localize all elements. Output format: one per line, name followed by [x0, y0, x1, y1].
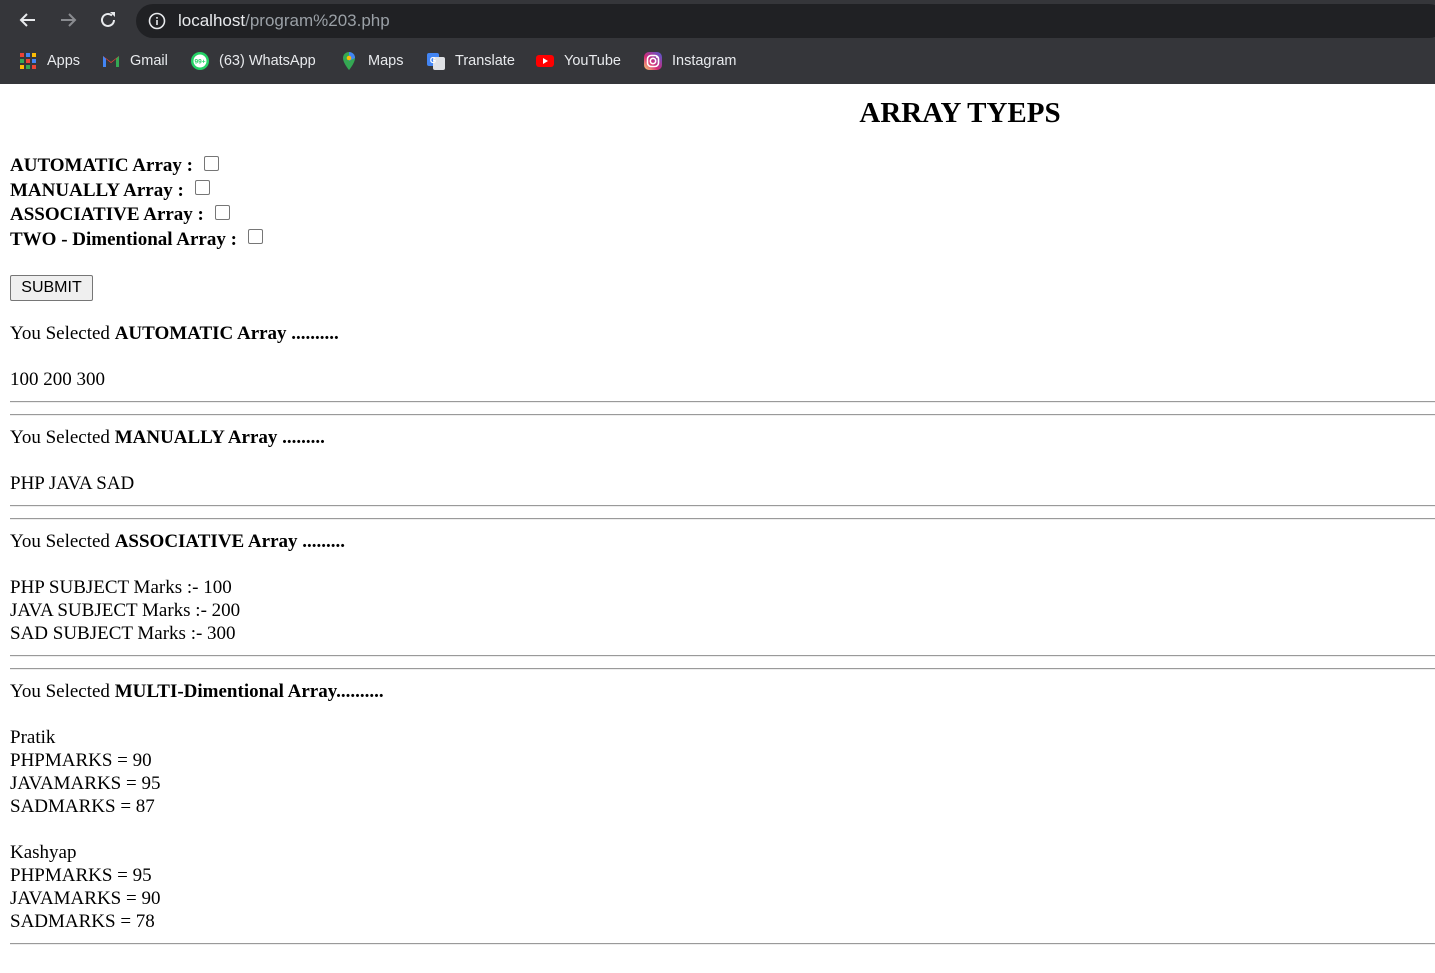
divider	[10, 414, 1435, 416]
submit-button[interactable]: SUBMIT	[10, 275, 93, 301]
bookmark-label: YouTube	[564, 53, 621, 69]
divider	[10, 943, 1435, 945]
option-manually: MANUALLY Array :	[10, 179, 263, 204]
automatic-checkbox[interactable]	[203, 155, 219, 171]
forward-arrow-icon[interactable]	[56, 8, 80, 32]
instagram-icon	[643, 51, 663, 71]
url-path: /program%203.php	[245, 11, 390, 30]
associative-line: PHP SUBJECT Marks :- 100	[10, 577, 232, 598]
associative-heading: You Selected ASSOCIATIVE Array .........	[10, 530, 345, 553]
option-label: ASSOCIATIVE Array :	[10, 204, 209, 225]
divider	[10, 401, 1435, 403]
gmail-icon	[101, 51, 121, 71]
bookmark-youtube[interactable]: YouTube	[535, 50, 621, 72]
bookmark-apps[interactable]: Apps	[18, 50, 80, 72]
heading-bold: AUTOMATIC Array ..........	[114, 323, 339, 344]
option-automatic: AUTOMATIC Array :	[10, 154, 263, 179]
whatsapp-icon: 99+	[190, 51, 210, 71]
heading-prefix: You Selected	[10, 427, 115, 448]
student-name: Kashyap	[10, 842, 77, 863]
heading-bold: ASSOCIATIVE Array .........	[114, 531, 345, 552]
whatsapp-badge: 99+	[194, 59, 205, 66]
associative-line: JAVA SUBJECT Marks :- 200	[10, 600, 241, 621]
page-title: ARRAY TYEPS	[859, 97, 1061, 129]
associative-checkbox[interactable]	[214, 204, 230, 220]
student-mark: PHPMARKS = 95	[10, 865, 152, 886]
bookmark-label: (63) WhatsApp	[219, 53, 316, 69]
url-host: localhost	[178, 11, 246, 30]
reload-icon[interactable]	[96, 8, 120, 32]
bookmark-whatsapp[interactable]: 99+ (63) WhatsApp	[190, 50, 316, 72]
multi-heading: You Selected MULTI-Dimentional Array....…	[10, 680, 384, 703]
array-type-form: AUTOMATIC Array : MANUALLY Array : ASSOC…	[10, 154, 263, 252]
automatic-values: 100 200 300	[10, 369, 105, 390]
heading-prefix: You Selected	[10, 323, 115, 344]
option-label: AUTOMATIC Array :	[10, 155, 198, 176]
manually-heading: You Selected MANUALLY Array .........	[10, 426, 325, 449]
bookmark-label: Maps	[368, 53, 404, 69]
back-arrow-icon[interactable]	[16, 8, 40, 32]
info-icon[interactable]	[148, 12, 166, 30]
option-label: TWO - Dimentional Array :	[10, 228, 242, 250]
heading-prefix: You Selected	[10, 531, 115, 552]
student-mark: PHPMARKS = 90	[10, 750, 152, 771]
bookmark-label: Translate	[455, 53, 515, 69]
svg-text:G: G	[430, 56, 436, 65]
bookmark-label: Apps	[47, 53, 81, 69]
student-mark: SADMARKS = 87	[10, 796, 155, 817]
heading-bold: MANUALLY Array .........	[114, 427, 325, 448]
option-two-dimentional: TWO - Dimentional Array :	[10, 228, 263, 253]
two-dimentional-checkbox[interactable]	[247, 229, 263, 245]
url-text: localhost/program%203.php	[178, 11, 390, 31]
divider	[10, 655, 1435, 657]
apps-grid-icon	[18, 51, 38, 71]
student-mark: SADMARKS = 78	[10, 911, 155, 932]
student-name: Pratik	[10, 727, 56, 748]
bookmarks-bar: Apps Gmail 99+ (63) WhatsApp Maps G Tran…	[0, 40, 1435, 84]
heading-prefix: You Selected	[10, 681, 115, 702]
heading-bold: MULTI-Dimentional Array..........	[114, 681, 384, 702]
bookmark-instagram[interactable]: Instagram	[643, 50, 736, 72]
browser-toolbar: localhost/program%203.php	[0, 0, 1435, 40]
student-mark: JAVAMARKS = 95	[10, 773, 161, 794]
option-label: MANUALLY Array :	[10, 179, 189, 201]
address-bar[interactable]: localhost/program%203.php	[136, 4, 1435, 38]
associative-line: SAD SUBJECT Marks :- 300	[10, 623, 236, 644]
automatic-heading: You Selected AUTOMATIC Array ..........	[10, 322, 339, 345]
divider	[10, 668, 1435, 670]
divider	[10, 505, 1435, 507]
bookmark-maps[interactable]: Maps	[339, 50, 403, 72]
maps-icon	[339, 51, 359, 71]
manually-values: PHP JAVA SAD	[10, 473, 135, 494]
option-associative: ASSOCIATIVE Array :	[10, 203, 263, 228]
bookmark-label: Gmail	[130, 53, 168, 69]
manually-checkbox[interactable]	[194, 180, 210, 196]
bookmark-translate[interactable]: G Translate	[426, 50, 515, 72]
bookmark-gmail[interactable]: Gmail	[101, 50, 168, 72]
translate-icon: G	[426, 51, 446, 71]
youtube-icon	[535, 51, 555, 71]
browser-chrome: localhost/program%203.php Apps Gmail 99+…	[0, 0, 1435, 84]
bookmark-label: Instagram	[672, 53, 737, 69]
divider	[10, 518, 1435, 520]
student-mark: JAVAMARKS = 90	[10, 888, 161, 909]
